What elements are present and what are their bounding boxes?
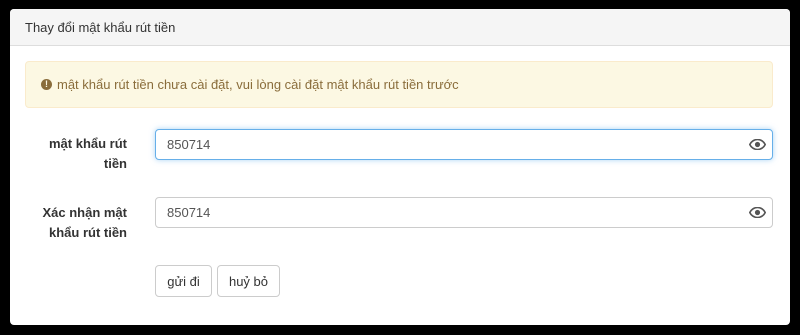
submit-button[interactable]: gửi đi bbox=[155, 265, 212, 297]
password-field bbox=[155, 129, 773, 160]
password-label-line2: tiền bbox=[103, 156, 127, 171]
panel-heading: Thay đổi mật khẩu rút tiền bbox=[10, 9, 790, 46]
eye-icon[interactable] bbox=[742, 198, 772, 227]
alert-message: mật khẩu rút tiền chưa cài đặt, vui lòng… bbox=[57, 77, 459, 92]
panel-title: Thay đổi mật khẩu rút tiền bbox=[25, 19, 176, 35]
confirm-password-input[interactable] bbox=[156, 198, 742, 227]
confirm-label-line2: khẩu rút tiền bbox=[48, 225, 127, 240]
warning-alert: ! mật khẩu rút tiền chưa cài đặt, vui lò… bbox=[25, 61, 773, 108]
confirm-password-label: Xác nhận mật khẩu rút tiền bbox=[25, 203, 127, 243]
confirm-label-line1: Xác nhận mật bbox=[42, 205, 127, 220]
change-withdrawal-password-panel: Thay đổi mật khẩu rút tiền ! mật khẩu rú… bbox=[10, 9, 790, 325]
password-label: mật khẩu rút tiền bbox=[25, 134, 127, 174]
eye-icon[interactable] bbox=[742, 130, 772, 159]
cancel-button[interactable]: huỷ bỏ bbox=[217, 265, 280, 297]
exclamation-circle-icon: ! bbox=[41, 79, 52, 90]
password-label-line1: mật khẩu rút bbox=[48, 136, 127, 151]
confirm-password-field bbox=[155, 197, 773, 228]
password-input[interactable] bbox=[156, 130, 742, 159]
